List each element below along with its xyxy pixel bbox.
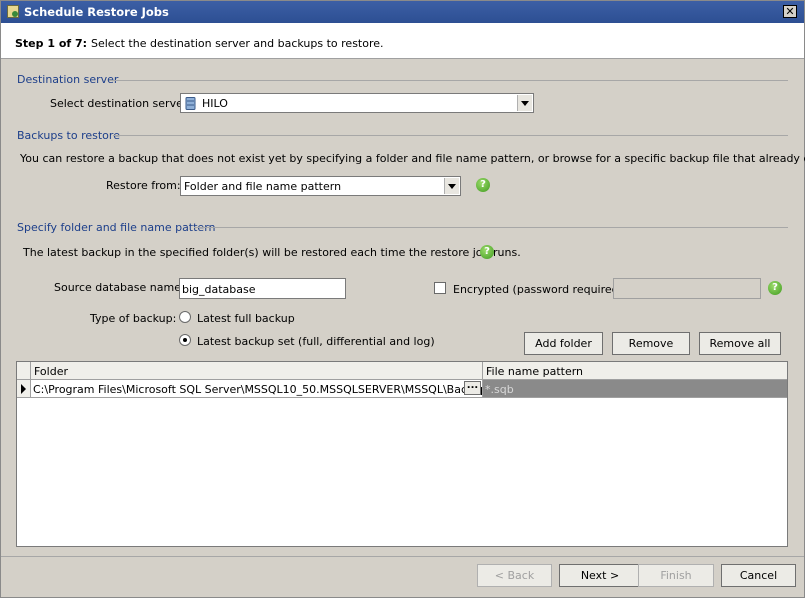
chevron-down-icon[interactable] (517, 95, 532, 111)
latest-full-backup-radio[interactable] (179, 311, 191, 323)
step-description: Select the destination server and backup… (91, 37, 384, 50)
next-button[interactable]: Next > (559, 564, 641, 587)
help-icon[interactable]: ? (768, 281, 782, 295)
cancel-button[interactable]: Cancel (721, 564, 796, 587)
latest-backup-set-label: Latest backup set (full, differential an… (197, 335, 435, 348)
folder-cell[interactable]: C:\Program Files\Microsoft SQL Server\MS… (31, 380, 483, 398)
restore-from-select[interactable]: Folder and file name pattern (180, 176, 461, 196)
footer-divider (1, 556, 804, 557)
pattern-group-label: Specify folder and file name pattern (17, 221, 216, 234)
divider (194, 227, 788, 228)
destination-server-select[interactable]: HILO (180, 93, 534, 113)
browse-folder-button[interactable]: ... (464, 381, 481, 395)
remove-all-button[interactable]: Remove all (699, 332, 781, 355)
window-title: Schedule Restore Jobs (24, 5, 169, 19)
divider (109, 80, 788, 81)
help-icon[interactable]: ? (480, 245, 494, 259)
encrypted-checkbox[interactable] (434, 282, 446, 294)
remove-button[interactable]: Remove (612, 332, 690, 355)
divider (113, 135, 788, 136)
source-database-value: big_database (182, 283, 256, 296)
destination-server-value: HILO (202, 97, 228, 110)
row-header-corner (17, 362, 31, 380)
restore-from-value: Folder and file name pattern (184, 180, 342, 193)
row-selector-icon[interactable] (17, 380, 31, 398)
schedule-restore-window: Schedule Restore Jobs ✕ Step 1 of 7: Sel… (0, 0, 805, 598)
latest-full-backup-label: Latest full backup (197, 312, 295, 325)
server-icon (185, 97, 196, 110)
latest-backup-set-radio[interactable] (179, 334, 191, 346)
close-icon[interactable]: ✕ (783, 5, 797, 18)
folder-column-header[interactable]: Folder (31, 362, 483, 380)
step-header: Step 1 of 7: Select the destination serv… (1, 23, 804, 59)
backup-type-label: Type of backup: (90, 312, 177, 325)
chevron-down-icon[interactable] (444, 178, 459, 194)
destination-group-label: Destination server (17, 73, 119, 86)
pattern-description: The latest backup in the specified folde… (23, 246, 521, 259)
help-icon[interactable]: ? (476, 178, 490, 192)
file-pattern-value: *.sqb (485, 383, 514, 396)
restore-from-label: Restore from: (106, 179, 181, 192)
file-pattern-column-header[interactable]: File name pattern (483, 362, 787, 380)
source-database-label: Source database name: (54, 281, 185, 294)
back-button[interactable]: < Back (477, 564, 552, 587)
folder-grid[interactable]: Folder File name pattern C:\Program File… (16, 361, 788, 547)
folder-path: C:\Program Files\Microsoft SQL Server\MS… (33, 383, 483, 396)
file-pattern-cell[interactable]: *.sqb (483, 380, 787, 398)
password-input[interactable] (613, 278, 761, 299)
destination-server-label: Select destination server: (50, 97, 191, 110)
title-bar[interactable]: Schedule Restore Jobs ✕ (1, 1, 804, 23)
app-icon (7, 5, 19, 18)
step-number: Step 1 of 7: (15, 37, 88, 50)
backups-group-label: Backups to restore (17, 129, 120, 142)
finish-button[interactable]: Finish (638, 564, 714, 587)
add-folder-button[interactable]: Add folder (524, 332, 603, 355)
source-database-input[interactable]: big_database (179, 278, 346, 299)
encrypted-label: Encrypted (password required): (453, 283, 627, 296)
backups-description: You can restore a backup that does not e… (20, 152, 805, 165)
